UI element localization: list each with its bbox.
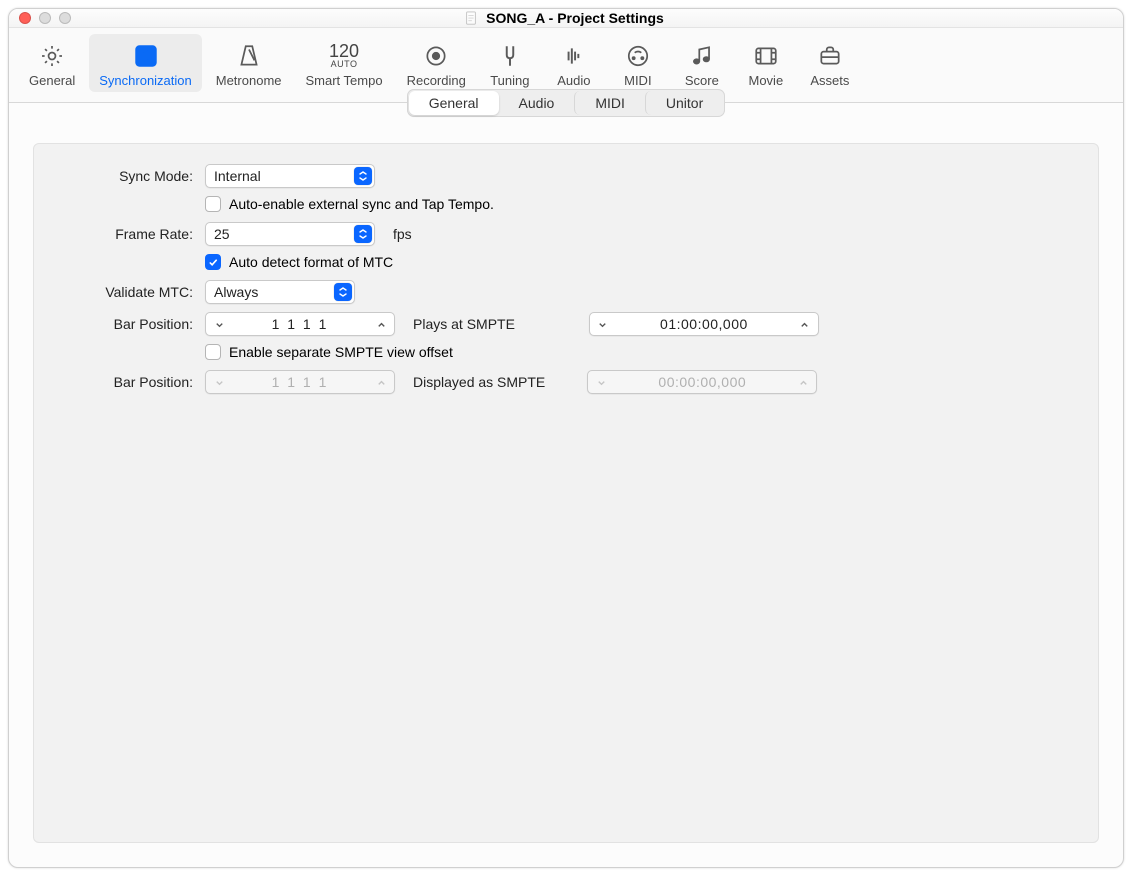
smart-tempo-icon: 120 AUTO xyxy=(330,42,358,70)
tab-metronome-label: Metronome xyxy=(216,74,282,88)
bar-position-2-value: 1 1 1 1 xyxy=(232,374,368,390)
chevron-up-icon[interactable] xyxy=(798,317,812,331)
smart-tempo-sub: AUTO xyxy=(331,60,358,70)
document-icon xyxy=(464,11,478,25)
chevron-up-icon xyxy=(374,375,388,389)
smpte-2-value: 00:00:00,000 xyxy=(614,374,790,390)
frame-rate-value: 25 xyxy=(214,226,230,242)
chevron-down-icon[interactable] xyxy=(212,317,226,331)
sync-mode-value: Internal xyxy=(214,168,261,184)
tab-recording[interactable]: Recording xyxy=(397,34,476,92)
smpte-1-value: 01:00:00,000 xyxy=(616,316,792,332)
title-project-name: SONG_A xyxy=(486,10,545,26)
tab-sync-label: Synchronization xyxy=(99,74,192,88)
auto-enable-external-sync-label: Auto-enable external sync and Tap Tempo. xyxy=(229,196,494,212)
tab-movie[interactable]: Movie xyxy=(736,34,796,92)
validate-mtc-value: Always xyxy=(214,284,258,300)
content-area: General Audio MIDI Unitor Sync Mode: Int… xyxy=(9,103,1123,867)
subtabs: General Audio MIDI Unitor xyxy=(407,89,726,117)
chevron-up-icon xyxy=(796,375,810,389)
tab-tuning-label: Tuning xyxy=(490,74,529,88)
gear-icon xyxy=(38,42,66,70)
movie-icon xyxy=(752,42,780,70)
bar-position-1-label: Bar Position: xyxy=(58,316,193,332)
settings-panel: Sync Mode: Internal Auto-enable external… xyxy=(33,143,1099,843)
waveform-icon xyxy=(560,42,588,70)
titlebar: SONG_A - Project Settings xyxy=(9,9,1123,28)
validate-mtc-select[interactable]: Always xyxy=(205,280,355,304)
tab-midi-label: MIDI xyxy=(624,74,651,88)
displayed-as-smpte-label: Displayed as SMPTE xyxy=(413,374,545,390)
bar-position-2-stepper: 1 1 1 1 xyxy=(205,370,395,394)
chevron-up-icon[interactable] xyxy=(374,317,388,331)
tab-score-label: Score xyxy=(685,74,719,88)
subtab-midi[interactable]: MIDI xyxy=(574,91,645,115)
enable-separate-smpte-label: Enable separate SMPTE view offset xyxy=(229,344,453,360)
zoom-window-button[interactable] xyxy=(59,12,71,24)
enable-separate-smpte-checkbox[interactable] xyxy=(205,344,221,360)
title-suffix: - Project Settings xyxy=(545,10,664,26)
smpte-1-stepper[interactable]: 01:00:00,000 xyxy=(589,312,819,336)
subtab-general[interactable]: General xyxy=(409,91,499,115)
window-controls xyxy=(19,12,71,24)
record-icon xyxy=(422,42,450,70)
auto-enable-external-sync-checkbox[interactable] xyxy=(205,196,221,212)
minimize-window-button[interactable] xyxy=(39,12,51,24)
tab-recording-label: Recording xyxy=(407,74,466,88)
sync-icon xyxy=(132,42,160,70)
tab-tuning[interactable]: Tuning xyxy=(480,34,540,92)
tuning-fork-icon xyxy=(496,42,524,70)
smart-tempo-num: 120 xyxy=(329,42,359,60)
subtab-audio[interactable]: Audio xyxy=(499,91,575,115)
tab-movie-label: Movie xyxy=(749,74,784,88)
sync-mode-select[interactable]: Internal xyxy=(205,164,375,188)
frame-rate-select[interactable]: 25 xyxy=(205,222,375,246)
bar-position-1-value: 1 1 1 1 xyxy=(232,316,368,332)
chevron-down-icon xyxy=(594,375,608,389)
tab-assets-label: Assets xyxy=(810,74,849,88)
bar-position-1-stepper[interactable]: 1 1 1 1 xyxy=(205,312,395,336)
tab-audio[interactable]: Audio xyxy=(544,34,604,92)
tab-general[interactable]: General xyxy=(19,34,85,92)
smpte-2-stepper: 00:00:00,000 xyxy=(587,370,817,394)
tab-synchronization[interactable]: Synchronization xyxy=(89,34,202,92)
window-title: SONG_A - Project Settings xyxy=(71,10,1057,26)
bar-position-2-label: Bar Position: xyxy=(58,374,193,390)
briefcase-icon xyxy=(816,42,844,70)
midi-icon xyxy=(624,42,652,70)
tab-metronome[interactable]: Metronome xyxy=(206,34,292,92)
select-arrows-icon xyxy=(354,167,372,185)
chevron-down-icon xyxy=(212,375,226,389)
validate-mtc-label: Validate MTC: xyxy=(58,284,193,300)
subtab-unitor[interactable]: Unitor xyxy=(645,91,723,115)
metronome-icon xyxy=(235,42,263,70)
sync-mode-label: Sync Mode: xyxy=(58,168,193,184)
chevron-down-icon[interactable] xyxy=(596,317,610,331)
select-arrows-icon xyxy=(354,225,372,243)
tab-midi[interactable]: MIDI xyxy=(608,34,668,92)
frame-rate-unit: fps xyxy=(393,226,412,242)
frame-rate-label: Frame Rate: xyxy=(58,226,193,242)
close-window-button[interactable] xyxy=(19,12,31,24)
select-arrows-icon xyxy=(334,283,352,301)
auto-detect-mtc-label: Auto detect format of MTC xyxy=(229,254,393,270)
tab-general-label: General xyxy=(29,74,75,88)
plays-at-smpte-label: Plays at SMPTE xyxy=(413,316,515,332)
project-settings-window: SONG_A - Project Settings General Synchr… xyxy=(8,8,1124,868)
tab-smart-tempo-label: Smart Tempo xyxy=(306,74,383,88)
tab-assets[interactable]: Assets xyxy=(800,34,860,92)
score-icon xyxy=(688,42,716,70)
tab-score[interactable]: Score xyxy=(672,34,732,92)
tab-smart-tempo[interactable]: 120 AUTO Smart Tempo xyxy=(296,34,393,92)
auto-detect-mtc-checkbox[interactable] xyxy=(205,254,221,270)
tab-audio-label: Audio xyxy=(557,74,590,88)
